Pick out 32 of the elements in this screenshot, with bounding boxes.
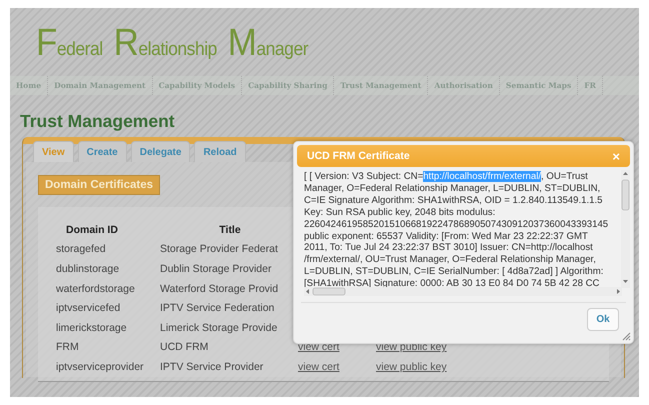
tab[interactable]: View	[33, 141, 74, 162]
table-link[interactable]: view cert	[298, 360, 340, 373]
resize-grip-icon[interactable]	[622, 332, 631, 341]
site-logo: Federal Relationship Manager	[36, 22, 310, 65]
table-cell-text: FRM	[55, 341, 80, 354]
table-cell-text: Dublin Storage Provider	[160, 262, 272, 275]
tab[interactable]: Create	[78, 141, 127, 162]
table-link[interactable]: view cert	[298, 341, 340, 354]
table-cell-text: Storage Provider Federat	[160, 243, 279, 256]
table-cell-text: IPTV Service Provider	[160, 360, 264, 373]
table-cell-text: iptvserviceprovider	[55, 360, 145, 373]
section-heading: Domain Certificates	[38, 175, 160, 195]
table-cell-text: UCD FRM	[160, 341, 210, 354]
table-cell-text: IPTV Service Federation	[160, 302, 276, 314]
column-header: Domain ID	[65, 224, 119, 236]
table-cell-text: Waterford Storage Provid	[160, 282, 280, 295]
table-cell-text: Limerick Storage Provide	[160, 322, 278, 334]
table-link[interactable]: view public key	[376, 360, 447, 373]
column-header: Title	[218, 224, 242, 236]
tab[interactable]: Reload	[194, 141, 246, 162]
dialog-title: UCD FRM Certificate	[307, 150, 410, 162]
close-button[interactable]: ×	[612, 148, 620, 164]
horizontal-scrollbar[interactable]	[304, 287, 622, 296]
table-cell-text: dublinstorage	[55, 262, 120, 275]
table-cell-text: storagefed	[55, 243, 107, 256]
table-cell-text: iptvservicefed	[55, 302, 122, 314]
page-title: Trust Management	[20, 111, 176, 132]
ok-button[interactable]: Ok	[587, 308, 619, 331]
table-cell-text: waterfordstorage	[55, 282, 136, 295]
certificate-text: [ [ Version: V3 Subject: CN=http://localhost/frm/external/, OU=Trust Manager, O=Federal Relationship Manager, L=DUBLIN, ST=DUBLIN, C=IE Signature Algorithm: SHA1withRSA, OID = 1.2.840.113549.1.1.5 Key: Sun RSA public key, 2048 bits modulus: 226042461958520151066819224786890507430912037360043393145 public exponent: 65537 Validity: [From: Wed Mar 23 22:22:37 GMT 2011, To: Tue Jul 24 23:22:37 BST 3010] Issuer: CN=http://localhost /frm/external/, OU=Trust Manager, O=Federal Relationship Manager, L=DUBLIN, ST=DUBLIN, C=IE SerialNumber: [ 4d8a72ad] ] Algorithm: [SHA1withRSA] Signature: 0000: AB 30 13 E0 84 D0 74 5B 42 28 CC	[304, 170, 610, 290]
table-cell-text: limerickstorage	[55, 322, 128, 334]
tab[interactable]: Delegate	[130, 141, 190, 162]
